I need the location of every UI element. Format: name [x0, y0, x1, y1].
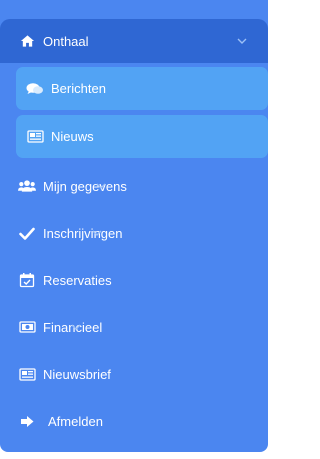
sidebar-item-label: Nieuwsbrief — [43, 366, 111, 382]
sidebar-item-financieel[interactable]: Financieel — [0, 304, 102, 350]
chevron-down-icon — [91, 227, 103, 239]
home-icon — [18, 32, 36, 50]
sidebar-item-onthaal[interactable]: Onthaal — [0, 19, 268, 63]
sidebar-item-label: Reservaties — [43, 272, 112, 288]
chevron-down-icon — [95, 180, 107, 192]
sidebar: Onthaal Berichten Nieuws Mijn gegevens I… — [0, 0, 268, 452]
sidebar-item-label: Inschrijvingen — [43, 225, 123, 241]
sidebar-item-inschrijvingen[interactable]: Inschrijvingen — [0, 210, 123, 256]
chevron-down-icon — [70, 321, 82, 333]
checkmark-icon — [18, 224, 36, 242]
sidebar-item-label: Mijn gegevens — [43, 178, 127, 194]
sidebar-item-label: Afmelden — [48, 413, 103, 429]
users-icon — [18, 177, 36, 195]
sidebar-item-label: Nieuws — [51, 129, 94, 144]
sidebar-item-label: Onthaal — [43, 33, 89, 49]
sign-out-icon — [18, 412, 36, 430]
chevron-down-icon — [236, 35, 248, 47]
money-bill-icon — [18, 318, 36, 336]
calendar-check-icon — [18, 271, 36, 289]
sidebar-item-label: Berichten — [51, 81, 106, 96]
comments-icon — [26, 80, 44, 98]
newspaper-icon — [26, 128, 44, 146]
sidebar-item-nieuwsbrief[interactable]: Nieuwsbrief — [0, 351, 111, 397]
sidebar-subitem-berichten[interactable]: Berichten — [16, 67, 268, 110]
newspaper-icon — [18, 365, 36, 383]
sidebar-subitem-nieuws[interactable]: Nieuws — [16, 115, 268, 158]
sidebar-item-reservaties[interactable]: Reservaties — [0, 257, 112, 303]
sidebar-item-mijn-gegevens[interactable]: Mijn gegevens — [0, 163, 127, 209]
sidebar-item-afmelden[interactable]: Afmelden — [0, 398, 103, 444]
